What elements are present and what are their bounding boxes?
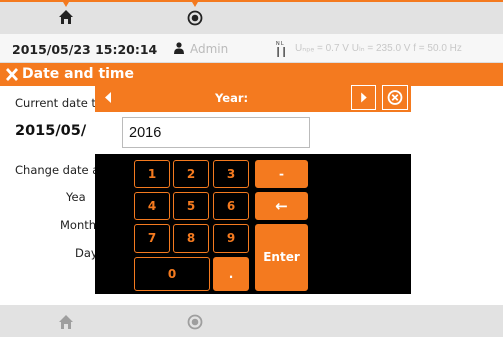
user-icon xyxy=(174,42,184,54)
key-9[interactable]: 9 xyxy=(213,224,249,253)
bottom-nav-bar xyxy=(0,305,503,337)
dialog-header: Year: xyxy=(95,83,411,112)
tab-indicator xyxy=(192,2,198,7)
measurement-readout: Uₙₚₑ = 0.7 V Uₗₙ = 235.0 V f = 50.0 Hz xyxy=(295,43,462,54)
page-title: Date and time xyxy=(22,66,135,82)
key-0[interactable]: 0 xyxy=(134,257,210,291)
back-icon[interactable] xyxy=(187,10,203,26)
next-icon[interactable] xyxy=(351,85,376,110)
prev-icon[interactable] xyxy=(96,84,123,111)
key-8[interactable]: 8 xyxy=(173,224,209,253)
enter-key[interactable]: Enter xyxy=(255,224,308,291)
close-icon[interactable] xyxy=(382,85,408,110)
key-3[interactable]: 3 xyxy=(213,160,249,188)
key-1[interactable]: 1 xyxy=(134,160,170,188)
tools-icon xyxy=(6,68,18,81)
back-icon xyxy=(187,314,203,330)
dialog-entry-area: 2016 xyxy=(95,112,411,154)
month-label: Month xyxy=(60,218,97,232)
home-icon[interactable] xyxy=(58,9,74,25)
user-name: Admin xyxy=(190,42,229,56)
nl-icon: N L xyxy=(276,41,285,57)
change-date-label: Change date a xyxy=(15,163,100,177)
key-7[interactable]: 7 xyxy=(134,224,170,253)
key-4[interactable]: 4 xyxy=(134,192,170,220)
current-date-label: Current date t xyxy=(15,96,96,110)
decimal-key[interactable]: . xyxy=(213,257,249,291)
key-2[interactable]: 2 xyxy=(173,160,209,188)
status-bar: 2015/05/23 15:20:14 Admin N L Uₙₚₑ = 0.7… xyxy=(0,34,503,63)
backspace-key[interactable]: ← xyxy=(255,192,308,220)
key-5[interactable]: 5 xyxy=(173,192,209,220)
dialog-title: Year: xyxy=(215,91,249,105)
year-label: Yea xyxy=(66,190,86,204)
top-nav-bar xyxy=(0,0,503,34)
current-date-value: 2015/05/ xyxy=(15,123,87,139)
svg-text:N L: N L xyxy=(276,41,284,47)
minus-key[interactable]: - xyxy=(255,160,308,188)
datetime-display: 2015/05/23 15:20:14 xyxy=(12,42,158,57)
tab-indicator xyxy=(63,2,69,7)
home-icon xyxy=(59,315,73,329)
year-input[interactable]: 2016 xyxy=(122,117,310,148)
key-6[interactable]: 6 xyxy=(213,192,249,220)
year-keypad-dialog: Year: 2016 1 2 3 - 4 5 6 ← 7 8 9 Enter 0… xyxy=(95,83,411,294)
